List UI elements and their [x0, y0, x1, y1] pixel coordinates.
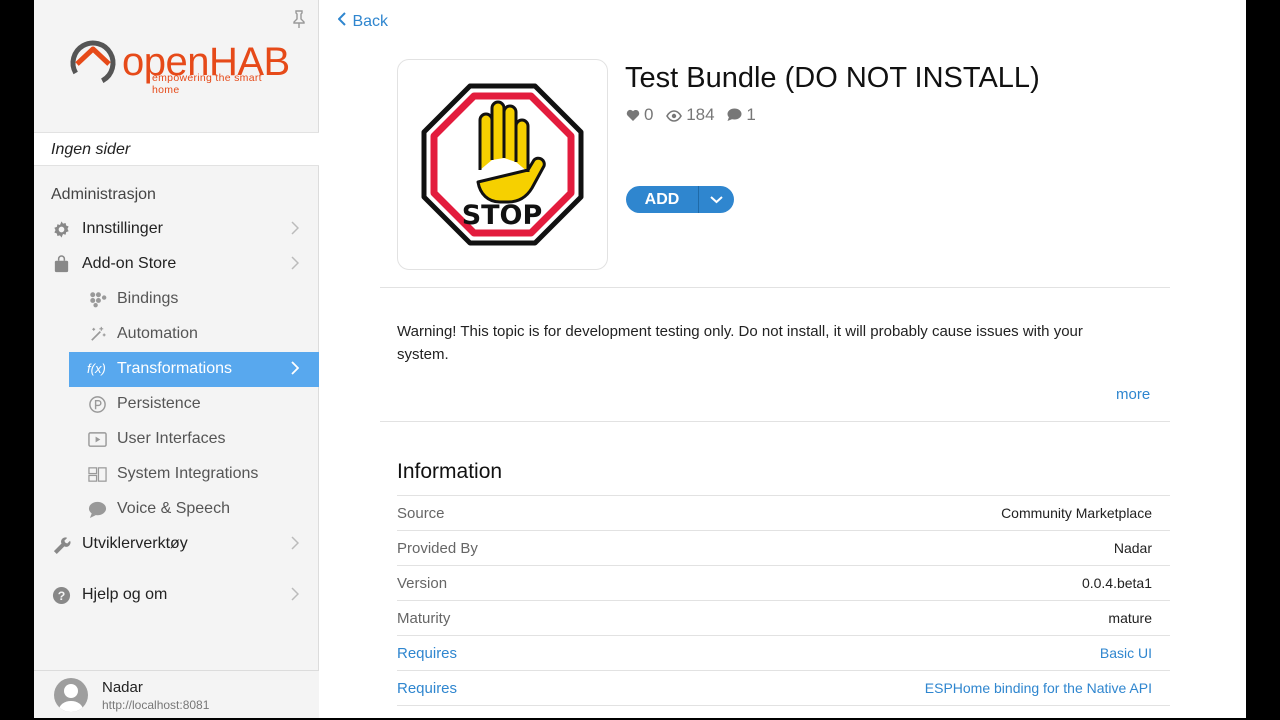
addon-stats: 0 184 1	[626, 105, 764, 125]
nav-item-system-integrations[interactable]: System Integrations	[34, 457, 319, 492]
nav-item-transformations[interactable]: f(x) Transformations	[69, 352, 319, 387]
admin-section-title: Administrasjon	[51, 186, 156, 203]
chevron-right-icon	[291, 256, 301, 272]
heart-icon	[626, 109, 640, 121]
info-key: Source	[397, 505, 445, 522]
info-row-partial	[397, 705, 1170, 718]
comments-count: 1	[746, 105, 756, 124]
info-key: Version	[397, 575, 448, 592]
chevron-right-icon	[291, 221, 301, 237]
openhab-logo[interactable]: openHAB empowering the smart home	[68, 36, 290, 96]
nav-item-user-interfaces[interactable]: User Interfaces	[34, 422, 319, 457]
add-options-dropdown[interactable]	[699, 186, 734, 213]
wrench-icon	[52, 535, 71, 554]
info-value: Community Marketplace	[1001, 505, 1152, 521]
nav-label: User Interfaces	[117, 430, 226, 447]
likes-stat: 0	[626, 105, 658, 124]
eye-icon	[666, 110, 683, 122]
nav-item-bindings[interactable]: Bindings	[34, 282, 319, 317]
chat-bubble-icon	[88, 500, 107, 519]
views-count: 184	[686, 105, 715, 124]
chevron-left-icon	[337, 12, 348, 31]
help-icon: ?	[52, 586, 71, 605]
integrations-icon	[88, 465, 107, 484]
gear-icon	[52, 220, 71, 239]
info-key: Maturity	[397, 610, 451, 627]
more-link[interactable]: more	[1116, 386, 1150, 403]
info-key: Provided By	[397, 540, 478, 557]
pages-list: Ingen sider	[34, 132, 319, 166]
nav-item-addon-store[interactable]: Add-on Store	[34, 247, 319, 282]
shopping-bag-icon	[52, 255, 71, 274]
nav-label: Hjelp og om	[82, 586, 168, 603]
addon-description: Warning! This topic is for development t…	[397, 323, 1083, 363]
chevron-right-icon	[291, 587, 301, 603]
no-pages-label: Ingen sider	[51, 141, 131, 158]
nav-item-settings[interactable]: Innstillinger	[34, 212, 319, 247]
comments-stat: 1	[727, 105, 756, 124]
chevron-down-icon	[710, 196, 723, 204]
nav-label: Utviklerverktøy	[82, 535, 188, 552]
persistence-icon	[88, 395, 107, 414]
info-row-requires[interactable]: Requires Basic UI	[397, 635, 1170, 670]
nav-item-developer-tools[interactable]: Utviklerverktøy	[34, 527, 319, 562]
function-icon: f(x)	[87, 361, 106, 376]
page-title: Test Bundle (DO NOT INSTALL)	[625, 62, 1040, 94]
svg-text:?: ?	[58, 589, 66, 603]
info-row-source: Source Community Marketplace	[397, 495, 1170, 530]
nav-label: Automation	[117, 325, 198, 342]
nav-item-voice-speech[interactable]: Voice & Speech	[34, 492, 319, 527]
openhab-logo-mark	[70, 40, 116, 86]
nav-label: Persistence	[117, 395, 201, 412]
avatar	[54, 678, 88, 712]
nav-label: Voice & Speech	[117, 500, 230, 517]
info-value: Nadar	[1113, 540, 1152, 556]
info-key: Requires	[397, 645, 458, 662]
logo-tagline: empowering the smart home	[152, 72, 262, 96]
pin-icon[interactable]	[292, 10, 306, 28]
views-stat: 184	[666, 105, 719, 124]
server-url: http://localhost:8081	[102, 698, 210, 712]
user-name: Nadar	[102, 679, 143, 696]
info-row-requires[interactable]: Requires ESPHome binding for the Native …	[397, 670, 1170, 705]
stop-sign-icon: STOP	[421, 83, 584, 246]
info-row-provided-by: Provided By Nadar	[397, 530, 1170, 565]
divider	[380, 421, 1170, 422]
back-link[interactable]: Back	[337, 12, 389, 31]
svg-text:STOP: STOP	[462, 200, 543, 231]
info-row-version: Version 0.0.4.beta1	[397, 565, 1170, 600]
play-icon	[88, 430, 107, 449]
information-heading: Information	[397, 460, 503, 483]
info-row-maturity: Maturity mature	[397, 600, 1170, 635]
requires-link[interactable]: ESPHome binding for the Native API	[925, 680, 1152, 696]
nav-label: Add-on Store	[82, 255, 177, 272]
info-value: 0.0.4.beta1	[1081, 575, 1152, 591]
nav-label: System Integrations	[117, 465, 259, 482]
chevron-right-icon	[291, 536, 301, 552]
app-window: openHAB empowering the smart home Ingen …	[34, 0, 1246, 718]
bindings-icon	[88, 290, 107, 309]
add-button[interactable]: ADD	[626, 191, 698, 209]
nav-label: Innstillinger	[82, 220, 163, 237]
user-profile[interactable]: Nadar http://localhost:8081	[34, 670, 319, 718]
divider	[380, 287, 1170, 288]
info-value: mature	[1108, 610, 1152, 626]
information-table: Source Community Marketplace Provided By…	[397, 495, 1170, 718]
requires-link[interactable]: Basic UI	[1100, 645, 1152, 661]
main-content: Back STOP Test Bundle (DO NOT INSTALL) 0…	[320, 0, 1232, 718]
nav-label: Bindings	[117, 290, 179, 307]
sidebar: openHAB empowering the smart home Ingen …	[34, 0, 319, 718]
back-label: Back	[352, 13, 389, 30]
add-button-group: ADD	[626, 186, 734, 213]
nav-item-help[interactable]: ? Hjelp og om	[34, 578, 319, 613]
nav-item-automation[interactable]: Automation	[34, 317, 319, 352]
chevron-right-icon	[291, 361, 301, 377]
info-key: Requires	[397, 680, 458, 697]
nav-label: Transformations	[117, 360, 232, 377]
sparkle-icon	[88, 325, 107, 344]
nav-item-persistence[interactable]: Persistence	[34, 387, 319, 422]
comment-icon	[727, 108, 742, 121]
likes-count: 0	[644, 105, 654, 124]
addon-logo-card: STOP	[397, 59, 608, 270]
